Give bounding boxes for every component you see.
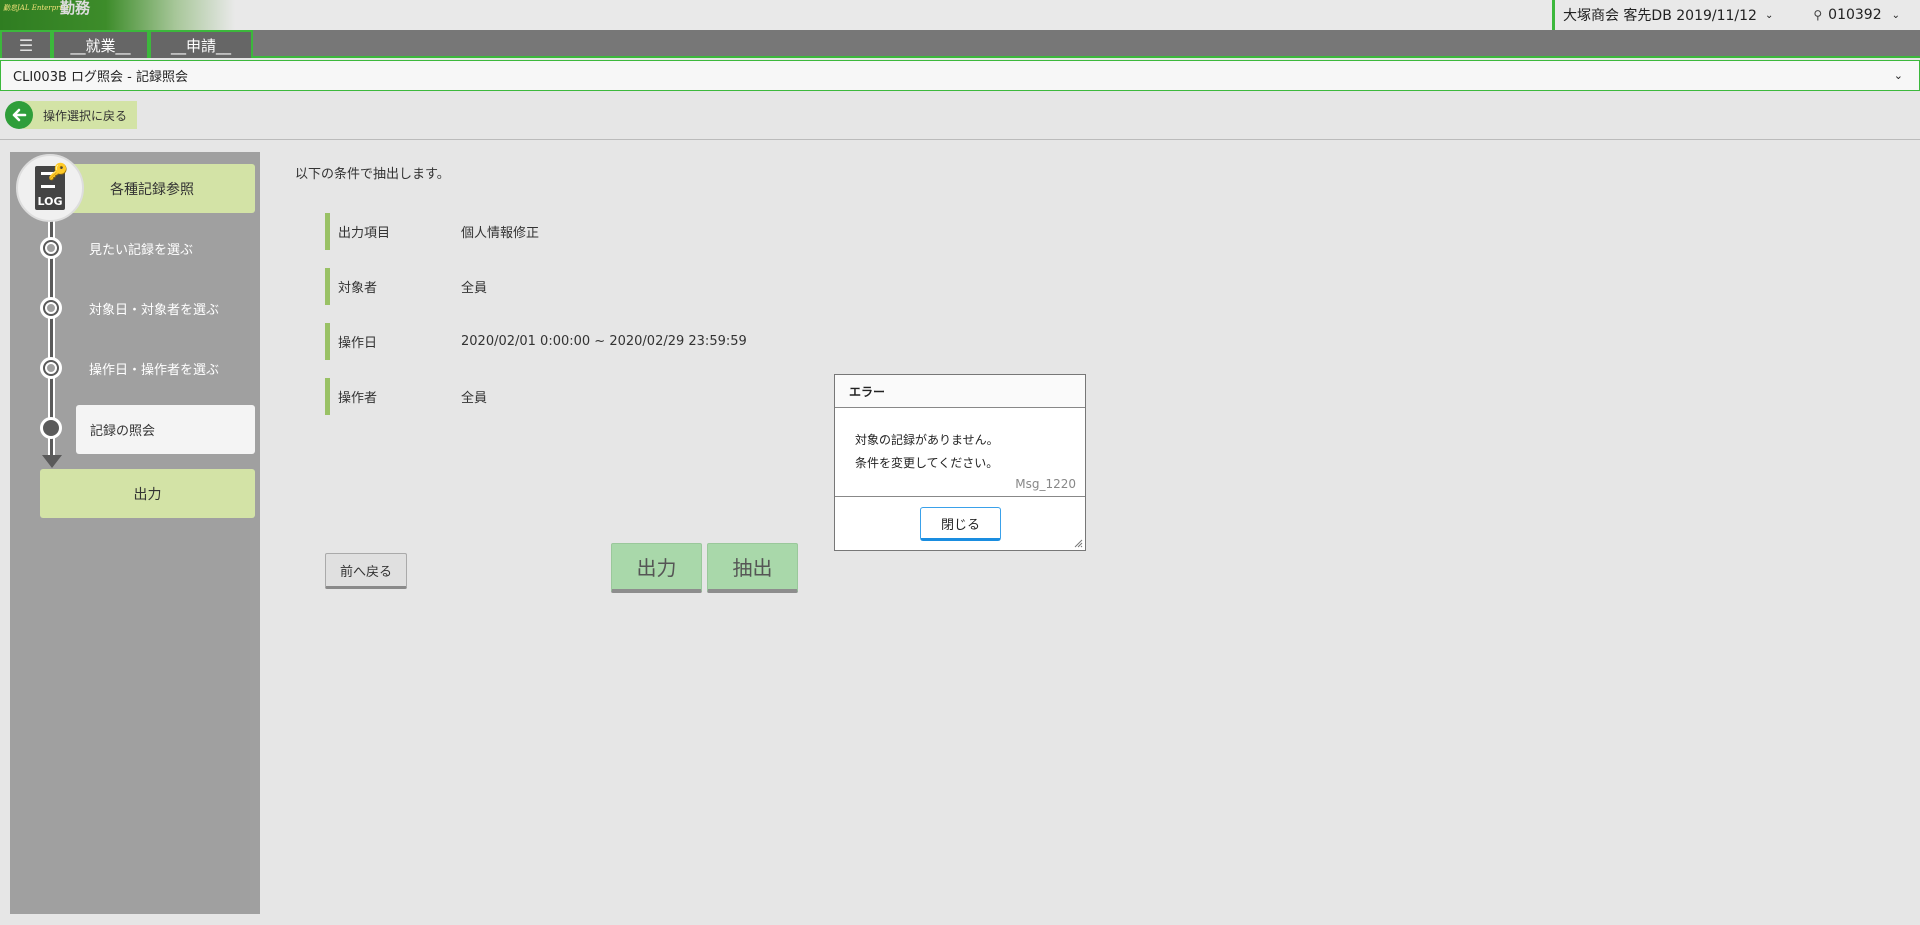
condition-value: 2020/02/01 0:00:00 ~ 2020/02/29 23:59:59 — [461, 334, 747, 349]
step-marker — [40, 237, 62, 259]
user-icon: ⚲ — [1813, 8, 1823, 22]
dialog-message-line1: 対象の記録がありません。 — [855, 433, 999, 447]
back-label: 操作選択に戻る — [23, 101, 138, 129]
page-title-bar[interactable]: CLI003B ログ照会 - 記録照会 ⌄ — [0, 60, 1920, 91]
condition-key: 操作者 — [338, 391, 378, 406]
divider — [0, 139, 1920, 140]
resize-grip-icon[interactable] — [1073, 538, 1083, 548]
intro-text: 以下の条件で抽出します。 — [295, 167, 450, 182]
step-record-inquiry-current[interactable]: 記録の照会 — [76, 405, 255, 454]
condition-key: 出力項目 — [338, 226, 391, 241]
step-select-target[interactable]: 対象日・対象者を選ぶ — [89, 299, 219, 318]
condition-key: 対象者 — [338, 281, 378, 296]
condition-value: 全員 — [461, 281, 488, 296]
prev-button[interactable]: 前へ戻る — [325, 553, 407, 589]
step-marker-active — [40, 417, 62, 439]
dialog-title: エラー — [835, 375, 1085, 408]
message-code: Msg_1220 — [1015, 477, 1076, 491]
menu-item-shugyo[interactable]: __就業__ — [52, 30, 149, 58]
user-area: 大塚商会 客先DB 2019/11/12 ⌄ ⚲ 010392 ⌄ — [1551, 0, 1920, 30]
hamburger-menu-button[interactable]: ☰ — [0, 30, 52, 58]
step-output[interactable]: 出力 — [40, 469, 255, 518]
extract-button[interactable]: 抽出 — [707, 543, 798, 593]
step-marker — [40, 297, 62, 319]
condition-row: 対象者 全員 — [325, 268, 487, 305]
step-marker — [40, 357, 62, 379]
dialog-message-line2: 条件を変更してください。 — [855, 456, 999, 470]
menu-item-shinsei[interactable]: __申請__ — [149, 30, 253, 58]
app-logo: 勤怠JAL Enterprise 勤務 — [0, 0, 235, 30]
chevron-down-icon: ⌄ — [1891, 9, 1900, 21]
output-button[interactable]: 出力 — [611, 543, 702, 593]
company-label: 大塚商会 客先DB 2019/11/12 — [1562, 8, 1757, 24]
step-select-record[interactable]: 見たい記録を選ぶ — [89, 239, 193, 258]
logo-mark: 勤務 — [60, 0, 91, 17]
key-icon: 🔑 — [48, 162, 68, 181]
top-bar: 勤怠JAL Enterprise 勤務 大塚商会 客先DB 2019/11/12… — [0, 0, 1920, 30]
arrow-down-icon — [42, 455, 62, 468]
back-to-operation-button[interactable]: 操作選択に戻る — [5, 101, 138, 129]
arrow-left-icon — [5, 101, 33, 129]
dialog-body: 対象の記録がありません。 条件を変更してください。 Msg_1220 — [835, 408, 1085, 497]
close-button[interactable]: 閉じる — [920, 507, 1001, 541]
chevron-down-icon[interactable]: ⌄ — [1894, 69, 1903, 82]
page-title: CLI003B ログ照会 - 記録照会 — [13, 70, 188, 85]
condition-value: 個人情報修正 — [461, 226, 540, 241]
menu-bar: ☰ __就業__ __申請__ — [0, 30, 1920, 58]
condition-row: 出力項目 個人情報修正 — [325, 213, 539, 250]
user-id: 010392 — [1828, 7, 1882, 23]
chevron-down-icon: ⌄ — [1764, 9, 1774, 21]
dialog-footer: 閉じる — [835, 497, 1085, 550]
user-menu[interactable]: ⚲ 010392 ⌄ — [1813, 7, 1900, 23]
error-dialog: エラー 対象の記録がありません。 条件を変更してください。 Msg_1220 閉… — [834, 374, 1086, 551]
step-select-operator[interactable]: 操作日・操作者を選ぶ — [89, 359, 219, 378]
log-icon-text: LOG — [37, 195, 63, 208]
condition-row: 操作日 2020/02/01 0:00:00 ~ 2020/02/29 23:5… — [325, 323, 747, 360]
condition-key: 操作日 — [338, 336, 378, 351]
company-selector[interactable]: 大塚商会 客先DB 2019/11/12 ⌄ — [1551, 0, 1774, 30]
condition-row: 操作者 全員 — [325, 378, 487, 415]
condition-value: 全員 — [461, 391, 488, 406]
